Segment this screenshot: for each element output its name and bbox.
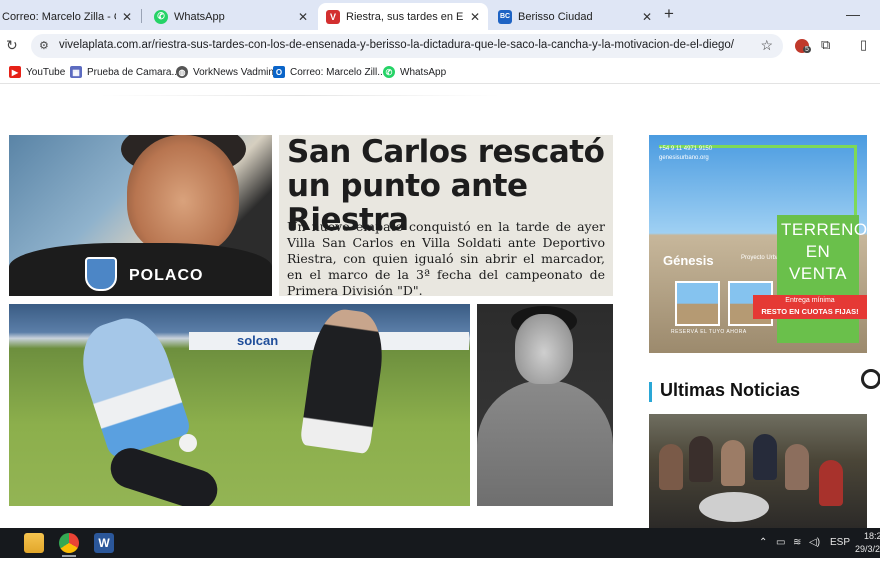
photo-detail bbox=[105, 442, 223, 506]
bookmark-vorknews[interactable]: ◍ VorkNews Vadmin bbox=[176, 66, 274, 78]
photo-detail bbox=[179, 434, 197, 452]
windows-taskbar: W ⌃ ▭ ≋ ◁) ESP bbox=[0, 528, 880, 558]
bookmark-star-icon[interactable]: ☆ bbox=[760, 37, 773, 54]
clock-date[interactable]: 29/3/2 bbox=[855, 544, 880, 554]
url-text[interactable]: vivelaplata.com.ar/riestra-sus-tardes-co… bbox=[59, 39, 734, 51]
photo-detail bbox=[785, 444, 809, 490]
reload-icon[interactable]: ↻ bbox=[6, 37, 18, 54]
file-explorer-icon[interactable] bbox=[24, 533, 44, 553]
photo-detail bbox=[127, 135, 239, 255]
ad-headline: TERRENOS EN VENTA bbox=[781, 220, 867, 283]
section-accent-bar bbox=[649, 382, 652, 402]
tab-riestra[interactable]: V Riestra, sus tardes en Ensenada ✕ bbox=[318, 3, 488, 30]
match-photo[interactable]: solcan bbox=[9, 304, 470, 506]
tab-close-icon[interactable]: ✕ bbox=[122, 10, 132, 24]
header-divider bbox=[100, 95, 500, 96]
tab-strip: Correo: Marcelo Zilla - Outlook ✕ ✆ What… bbox=[0, 0, 880, 30]
ad-line2: RESTO EN CUOTAS FIJAS! bbox=[761, 307, 859, 316]
ad-brand: Génesis bbox=[663, 253, 714, 268]
photo-detail bbox=[753, 434, 777, 480]
stadium-ad-text: solcan bbox=[237, 333, 279, 348]
riestra-crest bbox=[85, 257, 117, 291]
volume-icon[interactable]: ◁) bbox=[809, 537, 820, 548]
clock-time[interactable]: 18:2 bbox=[864, 531, 880, 541]
bookmark-label: Correo: Marcelo Zill... bbox=[290, 66, 386, 78]
bookmark-youtube[interactable]: ▶ YouTube bbox=[9, 66, 65, 78]
extension-badge-count: 5 bbox=[803, 46, 811, 53]
tab-label: Correo: Marcelo Zilla - Outlook bbox=[2, 10, 116, 23]
minimize-button[interactable]: — bbox=[846, 6, 860, 22]
tray-chevron-icon[interactable]: ⌃ bbox=[759, 537, 767, 548]
bookmarks-bar: ▶ YouTube ▦ Prueba de Camara... ◍ VorkNe… bbox=[0, 62, 880, 84]
genesis-ad-banner[interactable]: +54 9 11 4971 9150 genesisurbano.org Gén… bbox=[649, 135, 867, 353]
bookmark-label: VorkNews Vadmin bbox=[193, 66, 274, 78]
ad-web: genesisurbano.org bbox=[659, 155, 709, 161]
photo-detail bbox=[699, 492, 769, 522]
archive-photo[interactable] bbox=[477, 304, 613, 506]
camera-test-icon: ▦ bbox=[70, 66, 82, 78]
bookmark-label: YouTube bbox=[26, 66, 66, 78]
globe-icon: ◍ bbox=[176, 66, 188, 78]
tab-outlook[interactable]: Correo: Marcelo Zilla - Outlook ✕ bbox=[0, 3, 140, 30]
photo-detail bbox=[299, 305, 389, 455]
maradona-photo[interactable]: POLACO bbox=[9, 135, 272, 296]
photo-detail bbox=[515, 314, 573, 384]
tab-whatsapp[interactable]: ✆ WhatsApp ✕ bbox=[146, 3, 316, 30]
ad-reserve: RESERVÁ EL TUYO AHORA bbox=[671, 329, 747, 335]
tab-close-icon[interactable]: ✕ bbox=[642, 10, 652, 24]
photo-detail bbox=[721, 440, 745, 486]
photo-detail bbox=[819, 460, 843, 506]
ad-line1: Entrega mínima bbox=[785, 297, 835, 304]
tab-divider bbox=[141, 9, 142, 23]
tab-close-icon[interactable]: ✕ bbox=[470, 10, 480, 24]
ultimas-noticias-heading: Ultimas Noticias bbox=[660, 380, 801, 400]
language-indicator[interactable]: ESP bbox=[830, 537, 850, 548]
tab-berisso[interactable]: BC Berisso Ciudad ✕ bbox=[490, 3, 660, 30]
battery-icon[interactable]: ▭ bbox=[776, 537, 785, 548]
bookmark-camara[interactable]: ▦ Prueba de Camara... bbox=[70, 66, 180, 78]
wifi-icon[interactable]: ≋ bbox=[793, 537, 801, 548]
side-panel-icon[interactable]: ▯ bbox=[860, 37, 867, 53]
tab-label: Berisso Ciudad bbox=[518, 10, 593, 23]
youtube-icon: ▶ bbox=[9, 66, 21, 78]
berisso-icon: BC bbox=[498, 9, 512, 24]
ad-contact: +54 9 11 4971 9150 genesisurbano.org bbox=[659, 145, 712, 163]
extensions-puzzle-icon[interactable]: ⧉ bbox=[821, 37, 830, 53]
latest-news-photo[interactable] bbox=[649, 414, 867, 528]
photo-detail bbox=[659, 444, 683, 490]
photo-detail bbox=[477, 380, 613, 506]
site-settings-icon[interactable]: ⚙ bbox=[39, 39, 49, 52]
address-bar[interactable]: ⚙ vivelaplata.com.ar/riestra-sus-tardes-… bbox=[31, 34, 783, 58]
bookmark-outlook[interactable]: O Correo: Marcelo Zill... bbox=[273, 66, 386, 78]
page-content: POLACO San Carlos rescató un punto ante … bbox=[0, 85, 880, 528]
bookmark-label: WhatsApp bbox=[400, 66, 447, 78]
ad-phone: +54 9 11 4971 9150 bbox=[659, 146, 713, 152]
tab-label: WhatsApp bbox=[174, 10, 225, 23]
bookmark-label: Prueba de Camara... bbox=[87, 66, 180, 78]
photo-detail bbox=[70, 309, 193, 459]
new-tab-button[interactable]: + bbox=[664, 4, 674, 24]
active-app-indicator bbox=[62, 555, 76, 557]
photo-detail bbox=[689, 436, 713, 482]
word-icon[interactable]: W bbox=[94, 533, 114, 553]
floating-toggle-button[interactable] bbox=[861, 369, 880, 389]
clipping-body: Un nuevo empate conquistó en la tarde de… bbox=[287, 219, 605, 296]
ad-lot-thumbnail bbox=[675, 281, 720, 326]
newspaper-clipping[interactable]: San Carlos rescató un punto ante Riestra… bbox=[279, 135, 613, 296]
bookmark-whatsapp[interactable]: ✆ WhatsApp bbox=[383, 66, 446, 78]
whatsapp-icon: ✆ bbox=[154, 9, 168, 24]
vivelaplata-icon: V bbox=[326, 9, 340, 24]
outlook-icon: O bbox=[273, 66, 285, 78]
address-bar-row: ↻ ⚙ vivelaplata.com.ar/riestra-sus-tarde… bbox=[0, 30, 880, 62]
shirt-text: POLACO bbox=[129, 267, 204, 284]
tab-close-icon[interactable]: ✕ bbox=[298, 10, 308, 24]
screen-bottom-area bbox=[0, 558, 880, 580]
tab-label: Riestra, sus tardes en Ensenada bbox=[346, 10, 464, 23]
whatsapp-icon: ✆ bbox=[383, 66, 395, 78]
chrome-icon[interactable] bbox=[59, 533, 79, 553]
